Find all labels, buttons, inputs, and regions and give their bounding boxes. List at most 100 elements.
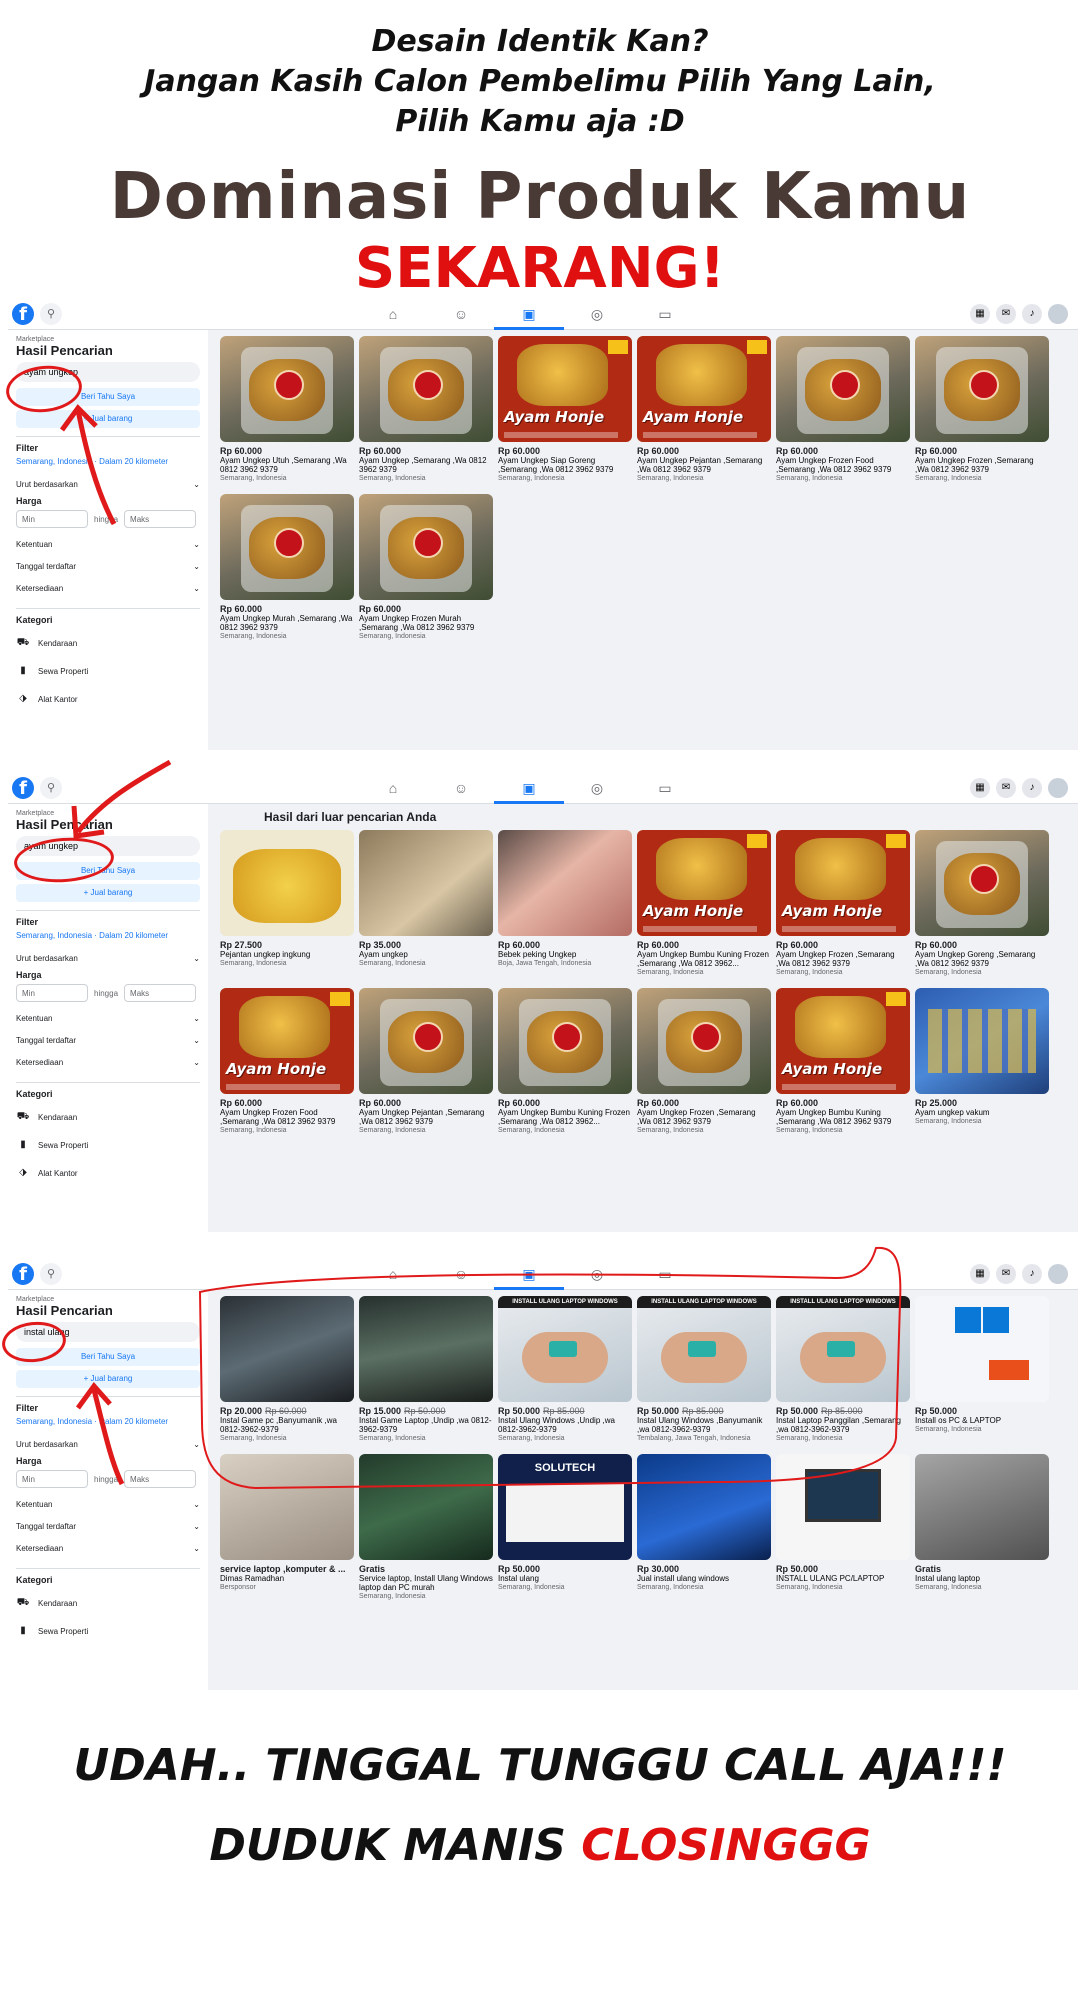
friends-icon[interactable]: ☺ bbox=[426, 298, 496, 330]
friends-icon[interactable]: ☺ bbox=[426, 772, 496, 804]
gaming-icon[interactable]: ▭ bbox=[630, 298, 700, 330]
date-listed-dropdown[interactable]: Tanggal terdaftar ⌄ bbox=[16, 1030, 200, 1052]
menu-grid-icon[interactable]: ▦ bbox=[970, 1264, 990, 1284]
listing-card[interactable]: Rp 60.000 Ayam Ungkep ,Semarang ,Wa 0812 … bbox=[359, 336, 493, 490]
product-image[interactable] bbox=[220, 494, 354, 600]
listing-card[interactable]: Ayam Honje Rp 60.000 Ayam Ungkep Frozen ,S… bbox=[776, 830, 910, 984]
listing-card[interactable]: Rp 50.000 Install os PC & LAPTOP Semarang,… bbox=[915, 1296, 1049, 1450]
max-price-input[interactable]: Maks bbox=[124, 1470, 197, 1488]
product-image[interactable] bbox=[359, 336, 493, 442]
availability-dropdown[interactable]: Ketersediaan ⌄ bbox=[16, 1052, 200, 1074]
product-image[interactable]: Ayam Honje bbox=[637, 830, 771, 936]
search-icon[interactable]: ⚲ bbox=[40, 1263, 62, 1285]
product-image[interactable] bbox=[915, 1296, 1049, 1402]
product-image[interactable] bbox=[359, 830, 493, 936]
listing-card[interactable]: Ayam Honje Rp 60.000 Ayam Ungkep Pejantan … bbox=[637, 336, 771, 490]
availability-dropdown[interactable]: Ketersediaan ⌄ bbox=[16, 578, 200, 600]
listing-card[interactable]: Rp 60.000 Ayam Ungkep Frozen Food ,Semara… bbox=[776, 336, 910, 490]
product-image[interactable] bbox=[498, 988, 632, 1094]
home-icon[interactable]: ⌂ bbox=[358, 298, 428, 330]
listing-card[interactable]: Ayam Honje Rp 60.000 Ayam Ungkep Bumbu Kun… bbox=[776, 988, 910, 1142]
category-item[interactable]: ⛟ Kendaraan bbox=[16, 629, 200, 657]
avatar[interactable] bbox=[1048, 304, 1068, 324]
listing-card[interactable]: Rp 60.000 Ayam Ungkep Bumbu Kuning Frozen… bbox=[498, 988, 632, 1142]
listing-card[interactable]: Rp 60.000 Ayam Ungkep Frozen Murah ,Semar… bbox=[359, 494, 493, 648]
product-image[interactable] bbox=[915, 988, 1049, 1094]
headline-line-1: Desain Identik Kan? bbox=[371, 24, 709, 59]
messenger-icon[interactable]: ✉ bbox=[996, 778, 1016, 798]
product-image[interactable]: Ayam Honje bbox=[776, 830, 910, 936]
product-image[interactable]: Ayam Honje bbox=[498, 336, 632, 442]
listing-card[interactable]: Gratis Instal ulang laptop Semarang, Indon… bbox=[915, 1454, 1049, 1608]
listing-card[interactable]: Ayam Honje Rp 60.000 Ayam Ungkep Frozen Fo… bbox=[220, 988, 354, 1142]
home-icon[interactable]: ⌂ bbox=[358, 772, 428, 804]
notifications-icon[interactable]: ♪ bbox=[1022, 1264, 1042, 1284]
listing-card[interactable]: Ayam Honje Rp 60.000 Ayam Ungkep Bumbu Kun… bbox=[637, 830, 771, 984]
listing-card[interactable]: Rp 25.000 Ayam ungkep vakum Semarang, Indo… bbox=[915, 988, 1049, 1142]
gaming-icon[interactable]: ▭ bbox=[630, 772, 700, 804]
category-item[interactable]: ▮ Sewa Properti bbox=[16, 657, 200, 685]
condition-dropdown[interactable]: Ketentuan ⌄ bbox=[16, 534, 200, 556]
listing-card[interactable]: Rp 27.500 Pejantan ungkep ingkung Semarang… bbox=[220, 830, 354, 984]
search-icon[interactable]: ⚲ bbox=[40, 777, 62, 799]
min-price-input[interactable]: Min bbox=[16, 984, 88, 1002]
sort-dropdown[interactable]: Urut berdasarkan ⌄ bbox=[16, 948, 200, 970]
availability-dropdown[interactable]: Ketersediaan ⌄ bbox=[16, 1538, 200, 1560]
marketplace-icon[interactable]: ▣ bbox=[494, 772, 564, 804]
category-item[interactable]: ⛟ Kendaraan bbox=[16, 1589, 200, 1617]
category-item[interactable]: ▮ Sewa Properti bbox=[16, 1131, 200, 1159]
product-image[interactable] bbox=[498, 830, 632, 936]
listing-card[interactable]: Ayam Honje Rp 60.000 Ayam Ungkep Siap Gore… bbox=[498, 336, 632, 490]
category-item[interactable]: ▮ Sewa Properti bbox=[16, 1617, 200, 1645]
notifications-icon[interactable]: ♪ bbox=[1022, 778, 1042, 798]
product-image[interactable] bbox=[220, 830, 354, 936]
category-label: Kendaraan bbox=[38, 638, 78, 648]
date-listed-dropdown[interactable]: Tanggal terdaftar ⌄ bbox=[16, 1516, 200, 1538]
listing-card[interactable]: Rp 60.000 Ayam Ungkep Murah ,Semarang ,Wa… bbox=[220, 494, 354, 648]
listing-card[interactable]: Rp 60.000 Ayam Ungkep Goreng ,Semarang ,W… bbox=[915, 830, 1049, 984]
location-filter-link[interactable]: Semarang, Indonesia · Dalam 20 kilometer bbox=[16, 931, 200, 940]
date-listed-dropdown[interactable]: Tanggal terdaftar ⌄ bbox=[16, 556, 200, 578]
messenger-icon[interactable]: ✉ bbox=[996, 1264, 1016, 1284]
listing-card[interactable]: Rp 60.000 Ayam Ungkep Frozen ,Semarang ,W… bbox=[637, 988, 771, 1142]
sell-item-button[interactable]: + Jual barang bbox=[16, 884, 200, 902]
product-image[interactable] bbox=[915, 336, 1049, 442]
category-item[interactable]: ⬗ Alat Kantor bbox=[16, 1159, 200, 1187]
product-image[interactable] bbox=[637, 988, 771, 1094]
facebook-logo-icon[interactable]: f bbox=[12, 1263, 34, 1285]
product-image[interactable] bbox=[359, 988, 493, 1094]
groups-icon[interactable]: ◎ bbox=[562, 772, 632, 804]
listing-location: Semarang, Indonesia bbox=[359, 633, 426, 640]
marketplace-icon[interactable]: ▣ bbox=[494, 298, 564, 330]
condition-dropdown[interactable]: Ketentuan ⌄ bbox=[16, 1008, 200, 1030]
menu-grid-icon[interactable]: ▦ bbox=[970, 304, 990, 324]
product-image[interactable] bbox=[220, 336, 354, 442]
product-image[interactable]: Ayam Honje bbox=[776, 988, 910, 1094]
groups-icon[interactable]: ◎ bbox=[562, 298, 632, 330]
category-item[interactable]: ⬗ Alat Kantor bbox=[16, 685, 200, 713]
search-icon[interactable]: ⚲ bbox=[40, 303, 62, 325]
notifications-icon[interactable]: ♪ bbox=[1022, 304, 1042, 324]
listing-card[interactable]: Rp 60.000 Ayam Ungkep Frozen ,Semarang ,W… bbox=[915, 336, 1049, 490]
menu-grid-icon[interactable]: ▦ bbox=[970, 778, 990, 798]
avatar[interactable] bbox=[1048, 778, 1068, 798]
category-item[interactable]: ⛟ Kendaraan bbox=[16, 1103, 200, 1131]
product-image[interactable] bbox=[359, 494, 493, 600]
facebook-logo-icon[interactable]: f bbox=[12, 777, 34, 799]
product-image[interactable]: Ayam Honje bbox=[220, 988, 354, 1094]
product-image[interactable] bbox=[915, 1454, 1049, 1560]
facebook-logo-icon[interactable]: f bbox=[12, 303, 34, 325]
max-price-input[interactable]: Maks bbox=[124, 984, 197, 1002]
condition-dropdown[interactable]: Ketentuan ⌄ bbox=[16, 1494, 200, 1516]
listing-card[interactable]: Rp 35.000 Ayam ungkep Semarang, Indonesia bbox=[359, 830, 493, 984]
product-image[interactable]: Ayam Honje bbox=[637, 336, 771, 442]
product-image[interactable] bbox=[776, 336, 910, 442]
avatar[interactable] bbox=[1048, 1264, 1068, 1284]
listing-price: Rp 60.000 bbox=[220, 1098, 354, 1108]
listing-card[interactable]: Rp 60.000 Ayam Ungkep Utuh ,Semarang ,Wa … bbox=[220, 336, 354, 490]
listing-card[interactable]: Rp 60.000 Ayam Ungkep Pejantan ,Semarang … bbox=[359, 988, 493, 1142]
listing-card[interactable]: Rp 60.000 Bebek peking Ungkep Boja, Jawa T… bbox=[498, 830, 632, 984]
product-image[interactable] bbox=[915, 830, 1049, 936]
messenger-icon[interactable]: ✉ bbox=[996, 304, 1016, 324]
max-price-input[interactable]: Maks bbox=[124, 510, 197, 528]
